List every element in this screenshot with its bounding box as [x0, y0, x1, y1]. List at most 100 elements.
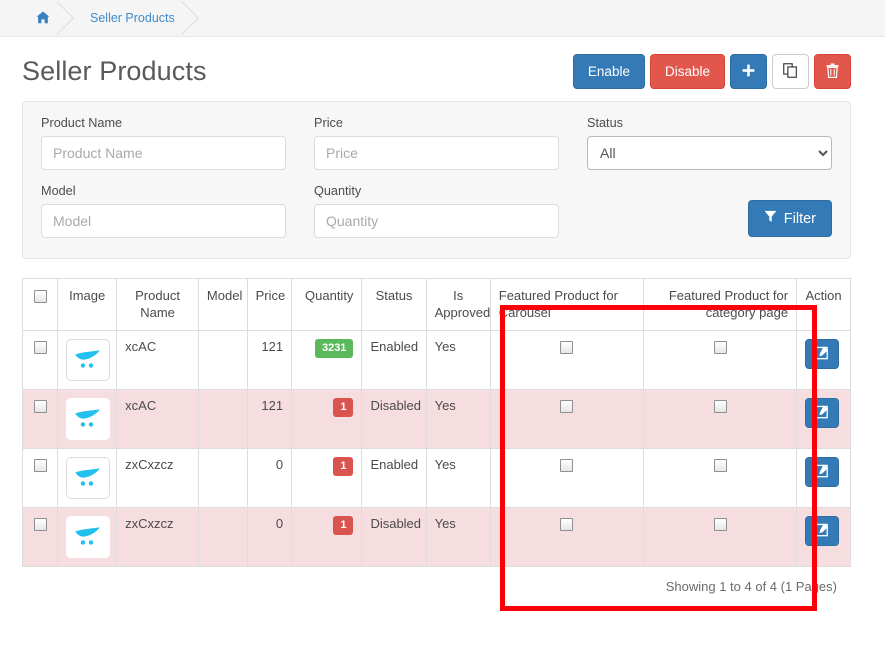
price-input[interactable]	[314, 136, 559, 170]
row-price: 121	[246, 388, 293, 449]
row-select-checkbox[interactable]	[33, 399, 47, 413]
table-footer-info: Showing 1 to 4 of 4 (1 Pages)	[665, 578, 837, 594]
enable-button[interactable]: Enable	[572, 54, 645, 89]
row-product-name: xcAC	[116, 329, 199, 390]
row-image-cell	[57, 506, 118, 567]
product-name-input[interactable]	[41, 136, 286, 170]
featured-carousel-checkbox[interactable]	[560, 458, 574, 472]
breadcrumb-item-seller-products[interactable]: Seller Products	[68, 0, 199, 37]
filter-panel: Product Name Price Status All Model Quan…	[22, 101, 851, 259]
header-quantity: Quantity	[291, 278, 363, 331]
copy-button[interactable]	[772, 54, 809, 89]
row-price: 0	[246, 506, 293, 567]
edit-button[interactable]	[805, 515, 840, 546]
edit-icon	[814, 345, 830, 363]
row-select-checkbox[interactable]	[33, 517, 47, 531]
page-title: Seller Products	[22, 56, 207, 86]
header-action: Action	[796, 278, 851, 331]
price-label: Price	[314, 116, 343, 130]
row-select-checkbox[interactable]	[33, 458, 47, 472]
row-model	[197, 388, 248, 449]
breadcrumb-label: Seller Products	[90, 11, 175, 25]
status-label: Status	[587, 116, 623, 130]
plus-icon	[742, 64, 755, 80]
quantity-badge: 1	[333, 456, 354, 476]
filter-field-price: Price	[314, 116, 559, 170]
row-status: Disabled	[361, 506, 427, 567]
products-table: Image Product Name Model Price Quantity …	[21, 278, 851, 567]
row-price: 121	[246, 329, 293, 390]
row-select-cell	[21, 329, 59, 390]
table-row: xcAC 121 3231 Enabled Yes	[21, 329, 851, 390]
model-input[interactable]	[41, 204, 286, 238]
row-action-cell	[796, 506, 851, 567]
page-header: Seller Products Enable Disable	[0, 37, 885, 101]
row-product-name: zxCxzcz	[116, 447, 199, 508]
row-image-cell	[57, 447, 118, 508]
row-quantity-cell: 3231	[291, 329, 363, 390]
filter-field-model: Model	[41, 184, 286, 238]
edit-button[interactable]	[805, 397, 840, 428]
table-row: zxCxzcz 0 1 Disabled Yes	[21, 506, 851, 567]
filter-button[interactable]: Filter	[747, 200, 832, 237]
row-price: 0	[246, 447, 293, 508]
row-featured-carousel-cell	[489, 447, 644, 508]
quantity-badge: 1	[333, 515, 354, 535]
featured-carousel-checkbox[interactable]	[560, 399, 574, 413]
product-name-label: Product Name	[41, 116, 123, 130]
header-select-all	[21, 278, 59, 331]
filter-button-label: Filter	[783, 210, 816, 227]
table-row: zxCxzcz 0 1 Enabled Yes	[21, 447, 851, 508]
filter-field-quantity: Quantity	[314, 184, 559, 238]
filter-icon	[764, 210, 777, 227]
table-head: Image Product Name Model Price Quantity …	[21, 278, 851, 331]
row-featured-category-cell	[642, 329, 798, 390]
featured-category-checkbox[interactable]	[713, 399, 727, 413]
header-product-name: Product Name	[116, 278, 199, 331]
select-all-checkbox[interactable]	[33, 290, 47, 304]
quantity-badge: 1	[333, 397, 354, 417]
model-label: Model	[41, 184, 76, 198]
add-button[interactable]	[730, 54, 767, 89]
row-featured-category-cell	[642, 447, 798, 508]
edit-icon	[814, 404, 830, 422]
row-product-name: zxCxzcz	[116, 506, 199, 567]
disable-button[interactable]: Disable	[649, 54, 725, 89]
row-featured-category-cell	[642, 388, 798, 449]
row-action-cell	[796, 447, 851, 508]
quantity-input[interactable]	[314, 204, 559, 238]
featured-carousel-checkbox[interactable]	[560, 517, 574, 531]
row-action-cell	[796, 388, 851, 449]
row-is-approved: Yes	[425, 447, 491, 508]
featured-carousel-checkbox[interactable]	[560, 340, 574, 354]
row-quantity-cell: 1	[291, 506, 363, 567]
breadcrumb: Seller Products	[0, 0, 885, 37]
featured-category-checkbox[interactable]	[713, 517, 727, 531]
opencart-logo-icon	[66, 397, 111, 440]
status-select[interactable]: All	[587, 136, 832, 170]
row-is-approved: Yes	[425, 388, 491, 449]
filter-field-status: Status All	[587, 116, 832, 170]
copy-icon	[783, 62, 798, 81]
header-featured-carousel: Featured Product for Carousel	[489, 278, 644, 331]
row-quantity-cell: 1	[291, 447, 363, 508]
table-header-row: Image Product Name Model Price Quantity …	[21, 278, 851, 331]
row-model	[197, 447, 248, 508]
edit-button[interactable]	[805, 456, 840, 487]
table-row: xcAC 121 1 Disabled Yes	[21, 388, 851, 449]
row-status: Enabled	[361, 329, 427, 390]
row-is-approved: Yes	[425, 506, 491, 567]
breadcrumb-item-home[interactable]	[14, 0, 74, 37]
row-select-checkbox[interactable]	[33, 340, 47, 354]
featured-category-checkbox[interactable]	[713, 458, 727, 472]
breadcrumb-separator-icon	[164, 1, 199, 35]
edit-button[interactable]	[805, 338, 840, 369]
featured-category-checkbox[interactable]	[713, 340, 727, 354]
row-featured-carousel-cell	[489, 388, 644, 449]
row-select-cell	[21, 388, 59, 449]
row-status: Disabled	[361, 388, 427, 449]
header-image: Image	[57, 278, 118, 331]
row-featured-category-cell	[642, 506, 798, 567]
row-is-approved: Yes	[425, 329, 491, 390]
delete-button[interactable]	[814, 54, 851, 89]
